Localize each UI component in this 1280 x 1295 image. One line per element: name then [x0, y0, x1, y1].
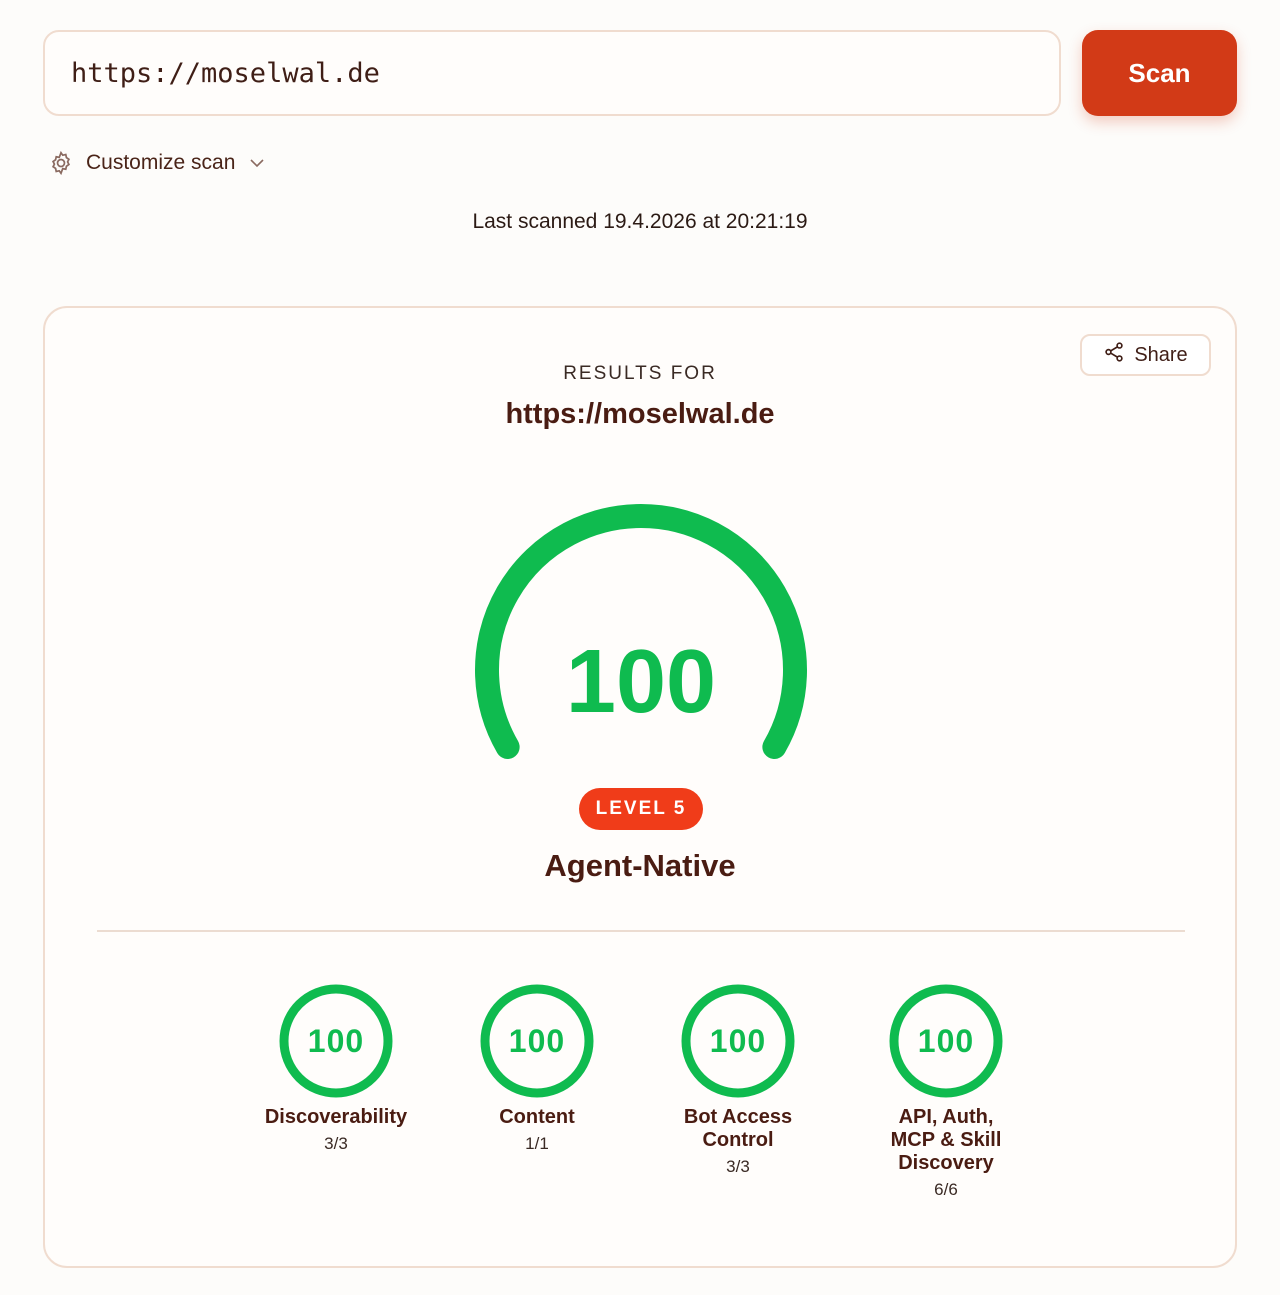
results-for-heading: RESULTS FOR — [563, 363, 717, 384]
category-count: 6/6 — [934, 1180, 958, 1199]
category-label-line: Content — [499, 1106, 575, 1128]
category-score-value: 100 — [508, 1022, 566, 1059]
category-label-line: Discoverability — [264, 1106, 408, 1128]
category-label: Discoverability — [236, 1106, 436, 1129]
category-label-line: Bot Access — [683, 1106, 793, 1128]
chevron-down-icon — [247, 153, 267, 173]
last-scanned-text: Last scanned 19.4.2026 at 20:21:19 — [472, 210, 808, 233]
category-label-line: MCP & Skill — [890, 1129, 1002, 1151]
category-score-ring: 100 — [679, 982, 797, 1100]
category-count: 3/3 — [726, 1157, 750, 1176]
category-score-value: 100 — [709, 1022, 767, 1059]
url-input[interactable] — [43, 30, 1061, 116]
category-label: Bot Access Control — [638, 1106, 838, 1152]
overall-score: 100 — [566, 632, 716, 732]
results-url: https://moselwal.de — [505, 398, 775, 430]
category-score-ring: 100 — [887, 982, 1005, 1100]
category-count: 1/1 — [525, 1134, 549, 1153]
customize-scan-toggle[interactable]: Customize scan — [48, 146, 267, 180]
category-score-value: 100 — [307, 1022, 365, 1059]
gear-icon — [48, 150, 74, 176]
level-badge: LEVEL 5 — [579, 788, 703, 830]
category-score: 100 Content 1/1 — [437, 982, 637, 1154]
category-score: 100 Bot Access Control 3/3 — [638, 982, 838, 1177]
category-label-line: Discovery — [898, 1152, 994, 1174]
category-label-line: API, Auth, — [898, 1106, 994, 1128]
category-count: 3/3 — [324, 1134, 348, 1153]
category-label: Content — [437, 1106, 637, 1129]
category-label-line: Control — [702, 1129, 774, 1151]
scan-button[interactable]: Scan — [1082, 30, 1237, 116]
category-score-ring: 100 — [478, 982, 596, 1100]
category-score-ring: 100 — [277, 982, 395, 1100]
results-card: Share RESULTS FOR https://moselwal.de 10… — [43, 306, 1237, 1268]
category-label: API, Auth, MCP & Skill Discovery — [846, 1106, 1046, 1175]
score-gauge: 100 — [475, 504, 807, 759]
category-score: 100 Discoverability 3/3 — [236, 982, 436, 1154]
level-name: Agent-Native — [544, 848, 736, 883]
divider — [97, 930, 1185, 932]
category-score-value: 100 — [917, 1022, 975, 1059]
customize-scan-label: Customize scan — [86, 151, 236, 174]
category-score: 100 API, Auth, MCP & Skill Discovery 6/6 — [846, 982, 1046, 1200]
